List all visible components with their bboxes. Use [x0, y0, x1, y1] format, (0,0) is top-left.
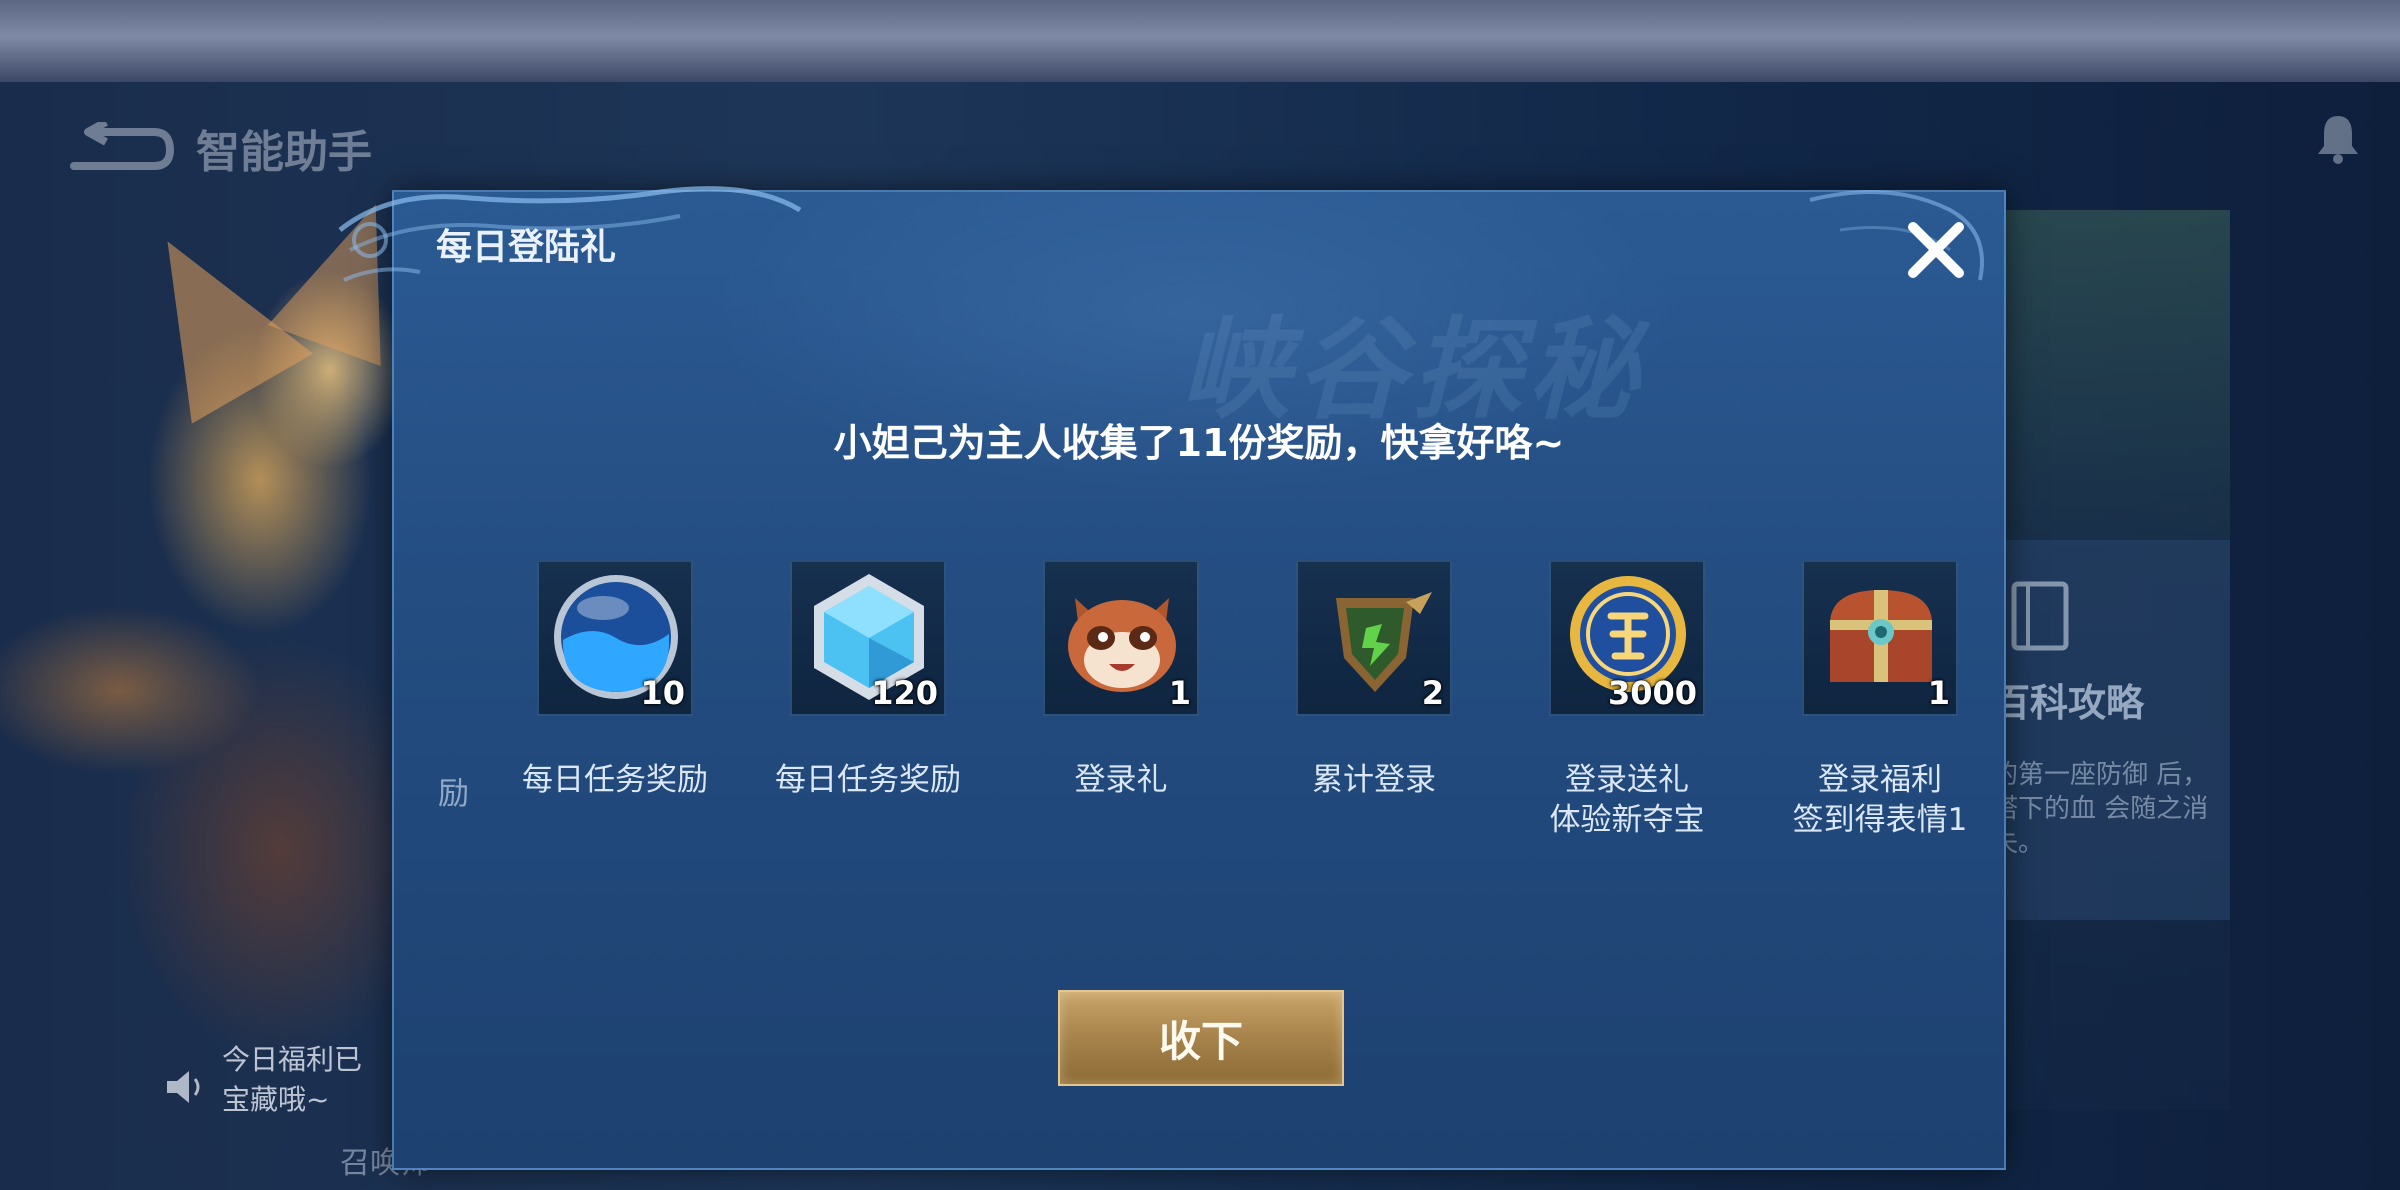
reward-count: 10	[640, 674, 685, 712]
close-icon	[1908, 222, 1964, 278]
reward-count: 1	[1927, 674, 1950, 712]
right-card-title: 百科攻略	[1992, 681, 2145, 725]
reward-tile[interactable]: 3000	[1549, 560, 1705, 716]
accept-button[interactable]: 收下	[1058, 990, 1344, 1086]
reward-tile[interactable]: 120	[790, 560, 946, 716]
top-strip	[0, 0, 2400, 82]
reward-tile[interactable]: 1	[1043, 560, 1199, 716]
reward-item[interactable]: 3000 登录送礼 体验新夺宝	[1502, 560, 1722, 838]
reward-count: 2	[1421, 674, 1444, 712]
reward-label-line: 登录福利	[1818, 762, 1942, 798]
background-header-title: 智能助手	[196, 127, 372, 178]
reward-tile[interactable]: 1	[1802, 560, 1958, 716]
dialog-title: 每日登陆礼	[436, 227, 617, 268]
back-arrow-icon[interactable]	[66, 118, 176, 174]
reward-item[interactable]: 120 每日任务奖励	[743, 560, 963, 800]
book-icon	[2011, 581, 2069, 651]
reward-count: 120	[871, 674, 938, 712]
reward-label: 登录福利 签到得表情1	[1725, 760, 2035, 840]
reward-tile[interactable]: 2	[1296, 560, 1452, 716]
speaker-icon	[167, 1071, 200, 1103]
reward-item[interactable]: 1 登录福利 签到得表情1	[1755, 560, 1975, 838]
reward-label-line: 签到得表情1	[1792, 802, 1968, 838]
reward-tile[interactable]: 10	[537, 560, 693, 716]
close-button[interactable]	[1896, 210, 1976, 290]
reward-count: 1	[1168, 674, 1191, 712]
background-header: 智能助手	[66, 118, 372, 178]
notice-text: 今日福利已 宝藏哦~	[222, 1043, 363, 1116]
reward-item[interactable]: 2 累计登录	[1249, 560, 1469, 800]
reward-count: 3000	[1607, 674, 1697, 712]
dialog-subtitle: 小妲己为主人收集了11份奖励，快拿好咯~	[833, 421, 1565, 465]
reward-item[interactable]: 10 每日任务奖励	[490, 560, 710, 800]
reward-item[interactable]: 1 登录礼	[996, 560, 1216, 800]
bell-icon[interactable]	[2316, 112, 2360, 164]
